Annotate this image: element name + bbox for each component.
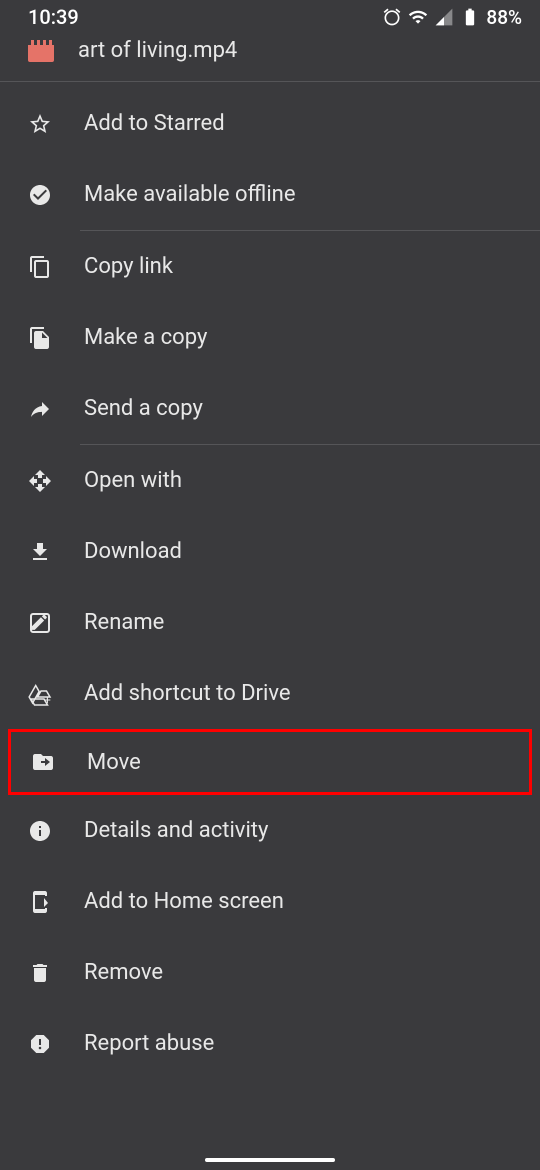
menu-starred[interactable]: Add to Starred <box>0 88 540 159</box>
menu-label: Add to Starred <box>84 111 225 136</box>
rename-icon <box>28 611 52 635</box>
menu-rename[interactable]: Rename <box>0 587 540 658</box>
menu-label: Download <box>84 539 182 564</box>
menu-label: Move <box>87 750 141 775</box>
report-icon <box>28 1032 52 1056</box>
menu-label: Make available offline <box>84 182 295 207</box>
menu-label: Remove <box>84 960 163 985</box>
menu-label: Add to Home screen <box>84 889 284 914</box>
menu-remove[interactable]: Remove <box>0 937 540 1008</box>
signal-icon <box>434 7 454 27</box>
menu-details[interactable]: Details and activity <box>0 795 540 866</box>
menu-move[interactable]: Move <box>8 729 532 795</box>
nav-bar-indicator[interactable] <box>205 1158 335 1162</box>
star-icon <box>28 112 52 136</box>
battery-percent: 88% <box>486 6 522 29</box>
alarm-icon <box>382 7 402 27</box>
menu-list: Add to Starred Make available offline Co… <box>0 82 540 1079</box>
menu-open-with[interactable]: Open with <box>0 445 540 516</box>
video-file-icon <box>28 40 54 62</box>
menu-report-abuse[interactable]: Report abuse <box>0 1008 540 1079</box>
offline-icon <box>28 183 52 207</box>
info-icon <box>28 819 52 843</box>
drive-shortcut-icon: + <box>28 682 52 706</box>
menu-copy-link[interactable]: Copy link <box>0 231 540 302</box>
file-header: art of living.mp4 <box>0 30 540 81</box>
menu-label: Details and activity <box>84 818 268 843</box>
wifi-icon <box>408 7 428 27</box>
menu-label: Copy link <box>84 254 173 279</box>
battery-icon <box>460 7 480 27</box>
menu-make-copy[interactable]: Make a copy <box>0 302 540 373</box>
status-icons: 88% <box>382 6 522 29</box>
make-copy-icon <box>28 326 52 350</box>
add-home-icon <box>28 890 52 914</box>
status-time: 10:39 <box>28 5 79 29</box>
menu-label: Make a copy <box>84 325 207 350</box>
move-icon <box>31 750 55 774</box>
svg-text:+: + <box>44 693 51 706</box>
file-name: art of living.mp4 <box>78 38 237 63</box>
menu-download[interactable]: Download <box>0 516 540 587</box>
copy-link-icon <box>28 255 52 279</box>
menu-offline[interactable]: Make available offline <box>0 159 540 230</box>
send-icon <box>28 397 52 421</box>
menu-label: Open with <box>84 468 182 493</box>
menu-label: Rename <box>84 610 164 635</box>
menu-add-shortcut[interactable]: + Add shortcut to Drive <box>0 658 540 729</box>
trash-icon <box>28 961 52 985</box>
open-with-icon <box>28 469 52 493</box>
menu-send-copy[interactable]: Send a copy <box>0 373 540 444</box>
download-icon <box>28 540 52 564</box>
menu-add-home[interactable]: Add to Home screen <box>0 866 540 937</box>
menu-label: Report abuse <box>84 1031 214 1056</box>
menu-label: Add shortcut to Drive <box>84 681 291 706</box>
menu-label: Send a copy <box>84 396 203 421</box>
status-bar: 10:39 88% <box>0 0 540 30</box>
